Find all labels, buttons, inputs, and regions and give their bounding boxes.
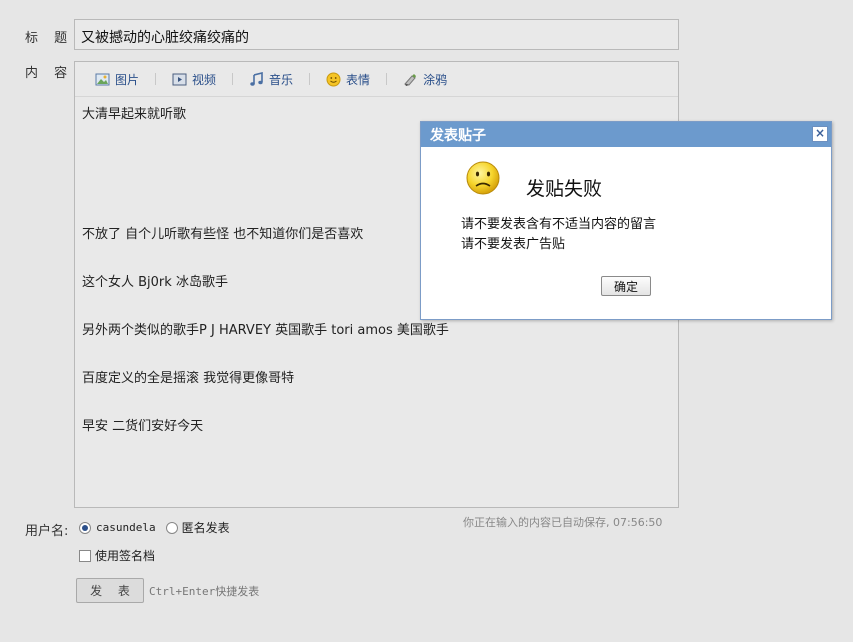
username-value: casundela — [96, 521, 156, 534]
submit-button[interactable]: 发 表 — [76, 578, 144, 603]
content-line — [82, 391, 671, 415]
anonymous-radio[interactable] — [165, 521, 178, 534]
content-line: 百度定义的全是摇滚 我觉得更像哥特 — [82, 371, 295, 386]
toolbar-divider — [232, 73, 234, 85]
content-line: 另外两个类似的歌手P J HARVEY 英国歌手 tori amos 美国歌手 — [82, 323, 449, 338]
content-line — [82, 343, 671, 367]
video-icon — [172, 73, 187, 85]
toolbar-doodle-button[interactable]: 涂鸦 — [403, 71, 447, 88]
dialog-ok-button[interactable]: 确定 — [601, 276, 651, 296]
toolbar-video-button[interactable]: 视频 — [172, 71, 216, 88]
signature-checkbox[interactable] — [79, 549, 91, 562]
post-failed-dialog: 发表贴子 × 发贴失败 请不要发表含有不适当内容的留言 请不要发表广告贴 确定 — [420, 121, 832, 320]
toolbar-divider — [386, 73, 388, 85]
signature-label: 使用签名档 — [95, 549, 156, 563]
toolbar-music-button[interactable]: 音乐 — [249, 71, 293, 88]
dialog-close-button[interactable]: × — [812, 126, 828, 142]
anonymous-label: 匿名发表 — [181, 521, 230, 535]
toolbar-image-button[interactable]: 图片 — [95, 71, 139, 88]
dialog-message: 请不要发表含有不适当内容的留言 — [461, 217, 657, 232]
content-line: 早安 二货们安好今天 — [82, 419, 204, 434]
dialog-header: 发表贴子 × — [421, 122, 831, 147]
dialog-message: 请不要发表广告贴 — [461, 237, 566, 252]
toolbar-divider — [155, 73, 157, 85]
sad-face-icon — [466, 161, 500, 195]
music-icon — [250, 71, 263, 86]
autosave-status: 你正在输入的内容已自动保存, 07:56:50 — [463, 516, 663, 529]
image-icon — [95, 73, 110, 85]
emoticon-icon — [326, 72, 341, 86]
toolbar-item-label: 图片 — [115, 72, 140, 87]
editor-toolbar: 图片 视频 音乐 表情 涂鸦 — [75, 62, 678, 97]
title-input[interactable]: 又被撼动的心脏绞痛绞痛的 — [74, 19, 679, 50]
signature-option: 使用签名档 — [79, 547, 155, 564]
toolbar-item-label: 表情 — [346, 72, 371, 87]
toolbar-emoticon-button[interactable]: 表情 — [326, 71, 370, 88]
dialog-heading: 发贴失败 — [526, 178, 603, 200]
dialog-title: 发表贴子 — [430, 128, 486, 144]
submit-hint: Ctrl+Enter快捷发表 — [149, 585, 260, 598]
username-radio[interactable] — [79, 521, 91, 534]
doodle-icon — [404, 73, 417, 86]
toolbar-item-label: 视频 — [192, 72, 217, 87]
toolbar-item-label: 涂鸦 — [423, 72, 448, 87]
username-label: 用户名: — [25, 524, 69, 539]
toolbar-divider — [309, 73, 311, 85]
user-options: casundela 匿名发表 — [79, 519, 230, 536]
toolbar-item-label: 音乐 — [269, 72, 294, 87]
